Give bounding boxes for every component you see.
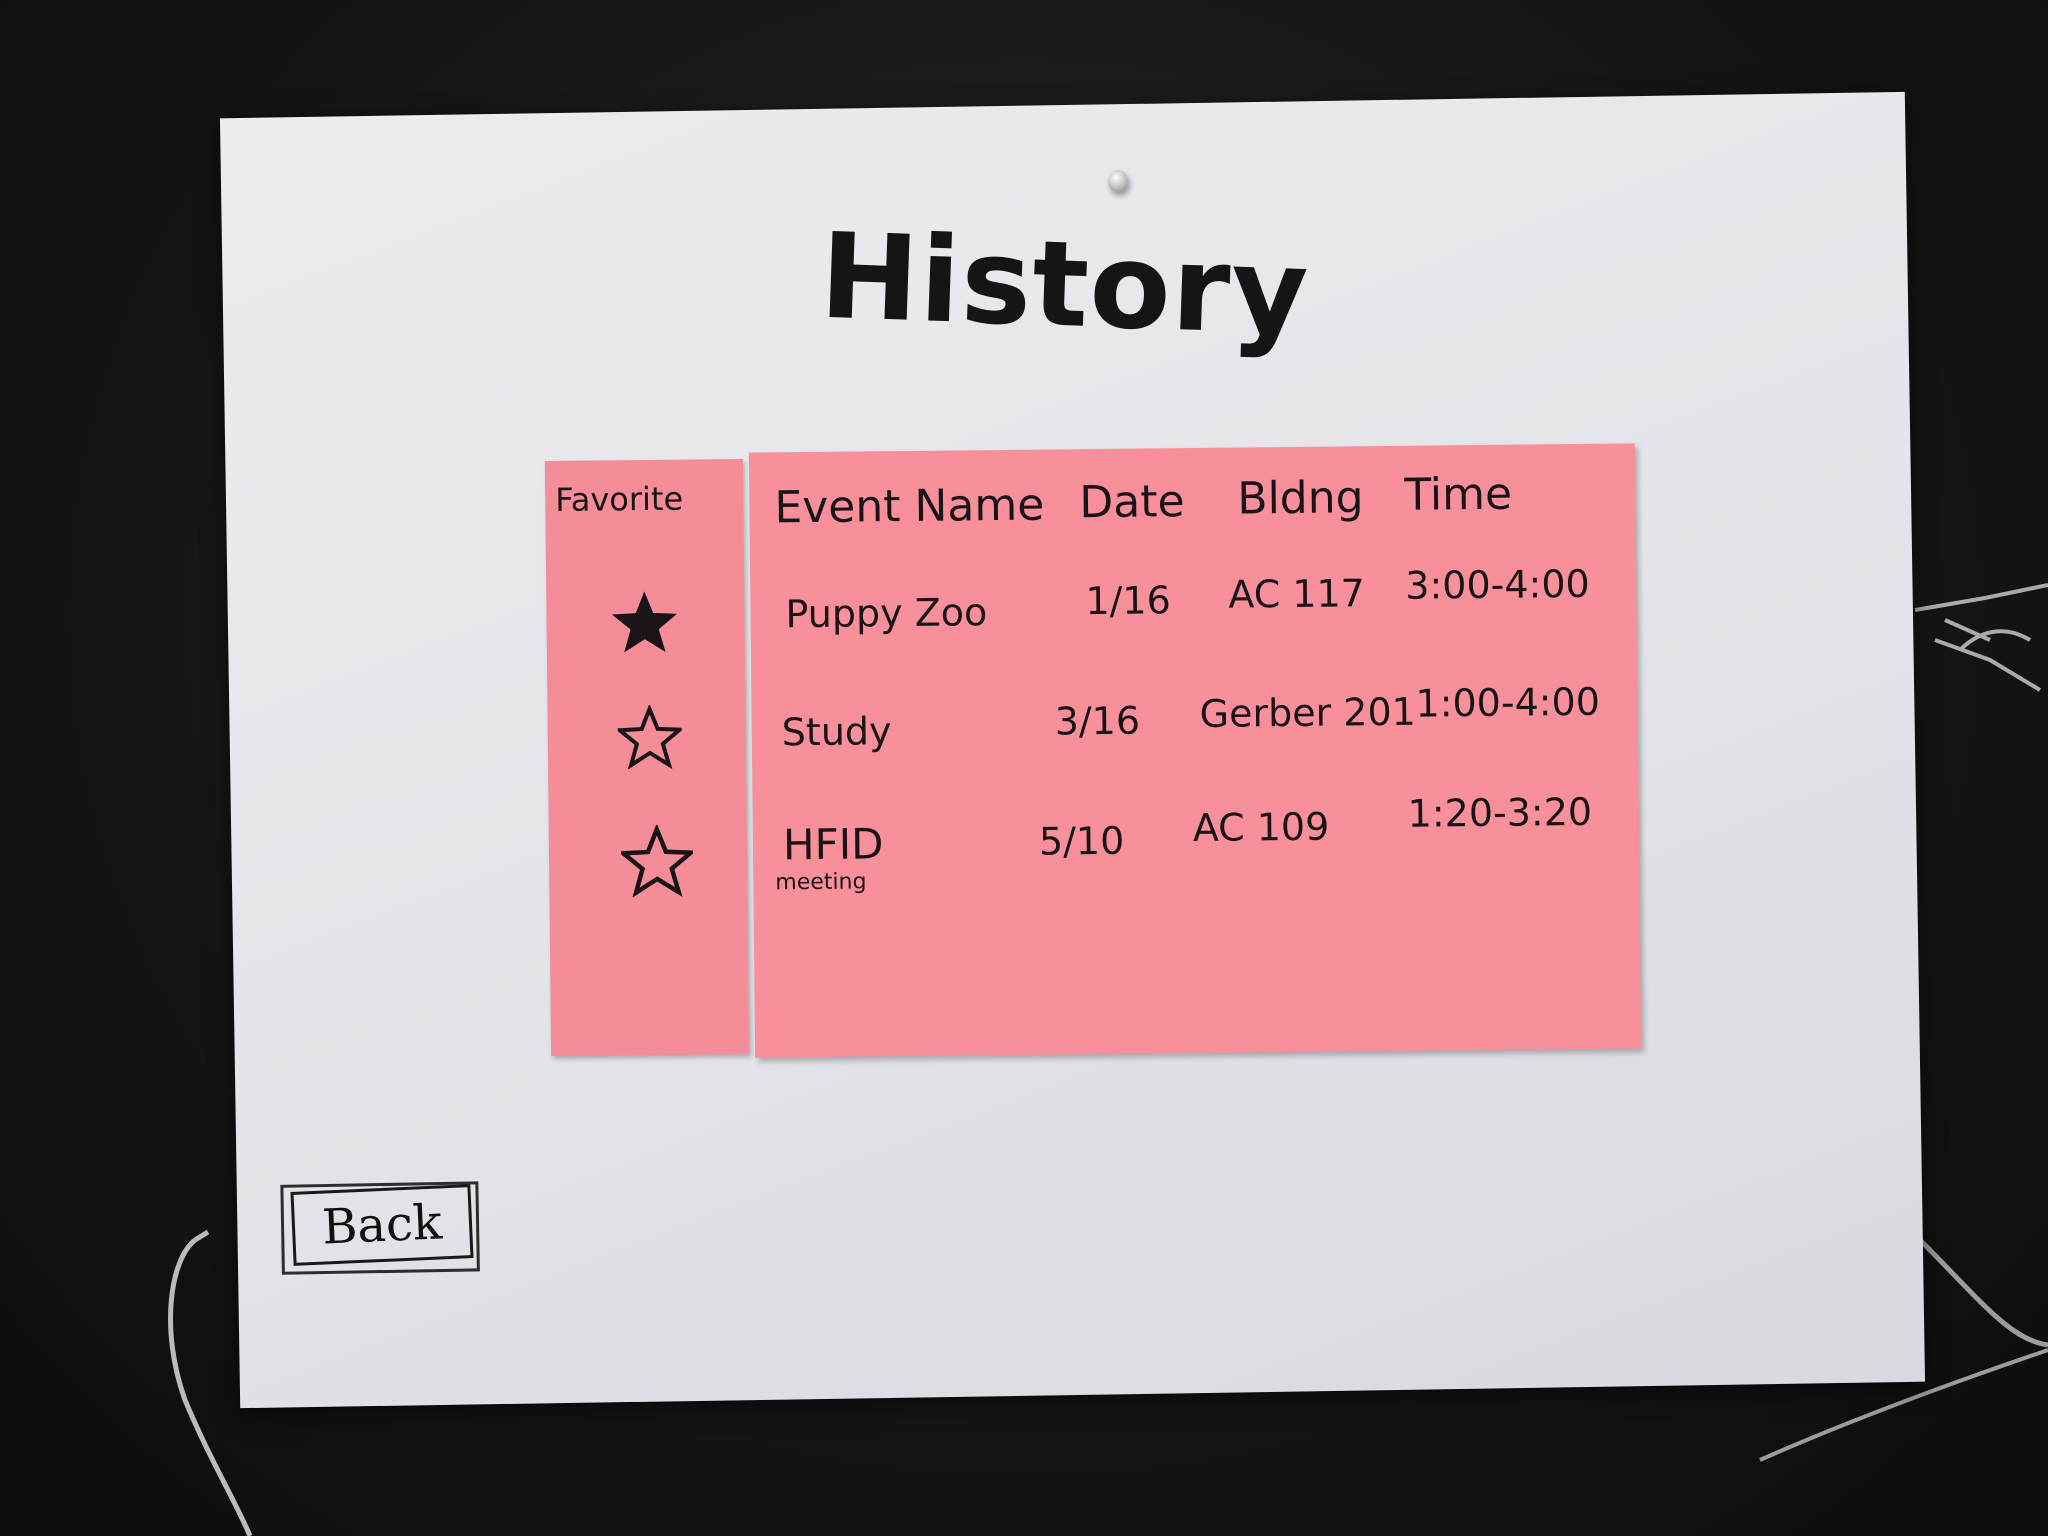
building-cell: AC 109: [1192, 804, 1330, 851]
filled-star-icon[interactable]: [612, 590, 677, 655]
building-cell: Gerber 201: [1199, 689, 1417, 736]
push-pin-icon: [1108, 170, 1128, 192]
history-table: Event Name Date Bldng Time Puppy Zoo 1/1…: [748, 443, 1642, 1058]
column-header-time: Time: [1404, 468, 1513, 521]
time-cell: 3:00-4:00: [1405, 561, 1590, 608]
building-cell: AC 117: [1228, 571, 1366, 617]
date-cell: 3/16: [1054, 698, 1141, 744]
page-title: History: [817, 206, 1312, 362]
event-name-cell: HFID: [782, 819, 884, 870]
date-cell: 1/16: [1085, 578, 1171, 624]
column-header-event-name: Event Name: [774, 479, 1045, 534]
back-button-label: Back: [320, 1194, 444, 1256]
event-name-subtext: meeting: [775, 869, 867, 896]
time-cell: 1:00-4:00: [1415, 679, 1601, 726]
favorite-column: Favorite: [544, 458, 750, 1057]
event-name-cell: Puppy Zoo: [785, 590, 988, 637]
outline-star-icon[interactable]: [617, 704, 683, 770]
date-cell: 5/10: [1038, 818, 1125, 864]
favorite-column-header: Favorite: [555, 479, 684, 519]
outline-star-icon[interactable]: [620, 824, 694, 898]
event-name-cell: Study: [781, 709, 892, 755]
column-header-building: Bldng: [1237, 472, 1364, 525]
back-button[interactable]: Back: [290, 1184, 474, 1266]
column-header-date: Date: [1079, 476, 1185, 529]
time-cell: 1:20-3:20: [1407, 789, 1593, 836]
